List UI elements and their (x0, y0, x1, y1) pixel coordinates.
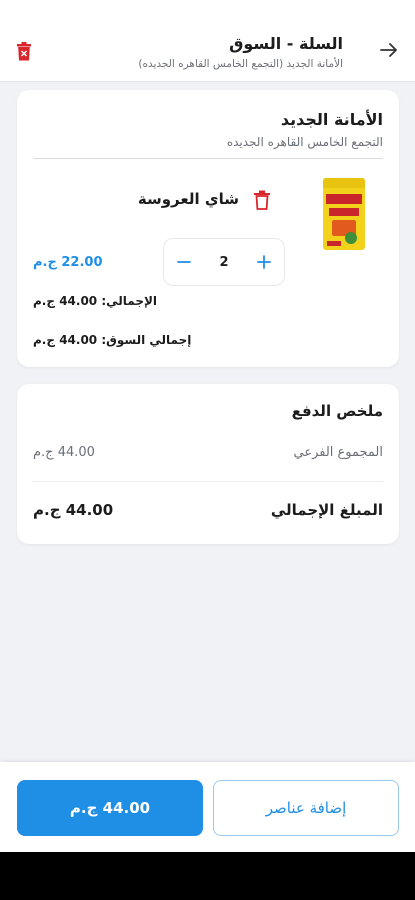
system-nav-bar (0, 852, 415, 900)
page-subtitle: الأمانة الجديد (التجمع الخامس القاهره ال… (138, 58, 343, 70)
payment-summary-title: ملخص الدفع (291, 402, 383, 420)
app-header: السلة - السوق الأمانة الجديد (التجمع الخ… (0, 0, 415, 82)
decrease-quantity-button[interactable] (164, 239, 204, 285)
checkout-button[interactable]: 44.00 ج.م (17, 780, 203, 836)
total-label: المبلغ الإجمالي (270, 501, 383, 519)
divider (33, 158, 383, 159)
product-image (323, 178, 365, 250)
delete-item-button[interactable] (253, 190, 271, 210)
store-address: التجمع الخامس القاهره الجديده (226, 135, 383, 149)
payment-summary-card: ملخص الدفع المجموع الفرعي 44.00 ج.م المب… (17, 384, 399, 544)
subtotal-value: 44.00 ج.م (33, 445, 95, 460)
subtotal-label: المجموع الفرعي (293, 445, 383, 460)
bottom-action-bar: 44.00 ج.م إضافة عناصر (0, 762, 415, 852)
arrow-right-icon (380, 43, 397, 57)
total-value: 44.00 ج.م (33, 501, 114, 519)
back-button[interactable] (377, 38, 401, 62)
clear-cart-button[interactable] (14, 40, 34, 62)
market-total: إجمالي السوق: 44.00 ج.م (33, 333, 192, 347)
minus-icon (177, 261, 191, 263)
store-name: الأمانة الجديد (280, 110, 383, 129)
unit-price: 22.00 ج.م (33, 255, 103, 270)
quantity-stepper: 2 (163, 238, 285, 286)
header-titles: السلة - السوق الأمانة الجديد (التجمع الخ… (83, 34, 343, 71)
product-name: شاي العروسة (137, 190, 239, 208)
divider (33, 481, 383, 482)
trash-outline-icon (254, 190, 270, 210)
quantity-value: 2 (219, 254, 229, 270)
trash-icon (17, 41, 31, 60)
add-items-button[interactable]: إضافة عناصر (213, 780, 399, 836)
store-card: الأمانة الجديد التجمع الخامس القاهره الج… (17, 90, 399, 367)
increase-quantity-button[interactable] (244, 239, 284, 285)
page-title: السلة - السوق (229, 34, 343, 53)
plus-icon (257, 255, 271, 269)
item-line-total: الإجمالي: 44.00 ج.م (33, 294, 158, 308)
